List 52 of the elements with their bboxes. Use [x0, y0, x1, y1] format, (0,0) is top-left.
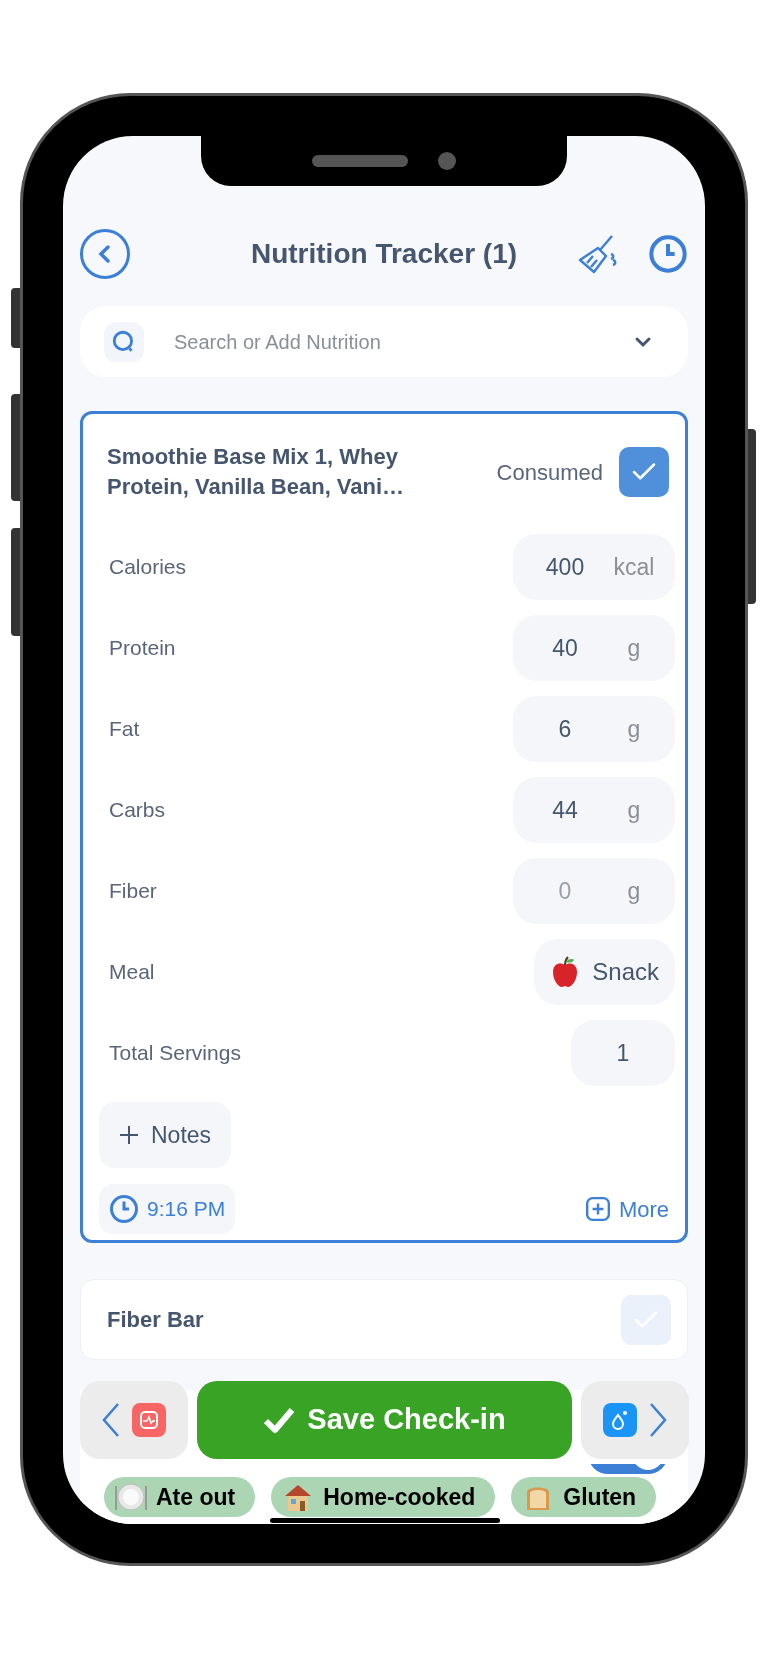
- clock-icon: [109, 1194, 139, 1224]
- chevron-right-icon: [649, 1402, 667, 1438]
- value-field[interactable]: 40 g: [513, 615, 675, 681]
- field-value: 40: [551, 633, 579, 663]
- value-field[interactable]: 400 kcal: [513, 534, 675, 600]
- search-icon: [104, 321, 144, 362]
- plus-icon: [119, 1125, 139, 1145]
- time-button[interactable]: 9:16 PM: [99, 1184, 236, 1234]
- consumed-label: Consumed: [496, 458, 603, 487]
- item-name: Smoothie Base Mix 1, Whey Protein, Vanilla Bean, Vani…: [107, 443, 406, 501]
- more-button[interactable]: More: [584, 1192, 669, 1226]
- field-label: Total Servings: [109, 1040, 241, 1067]
- history-icon[interactable]: [648, 234, 688, 274]
- item-name: Fiber Bar: [107, 1306, 204, 1334]
- chevron-down-icon[interactable]: [634, 335, 652, 348]
- field-label: Carbs: [109, 797, 166, 824]
- chevron-left-icon: [102, 1402, 120, 1438]
- field-value: 6: [557, 714, 573, 744]
- check-icon: [263, 1406, 296, 1434]
- field-label: Fat: [109, 716, 140, 743]
- unit-label: g: [626, 633, 642, 663]
- page-title: Nutrition Tracker (1): [250, 237, 518, 271]
- meal-select[interactable]: Snack: [534, 939, 675, 1005]
- tag-chip[interactable]: Ate out: [104, 1477, 256, 1517]
- notes-button[interactable]: Notes: [99, 1102, 232, 1168]
- checkbox[interactable]: [619, 447, 669, 497]
- value-field[interactable]: 44 g: [513, 777, 675, 843]
- back-button[interactable]: [80, 229, 130, 279]
- tag-chip[interactable]: Gluten: [511, 1477, 657, 1517]
- tag-chip[interactable]: Home-cooked: [271, 1477, 496, 1517]
- field-value: 1: [615, 1038, 631, 1068]
- field-label: Protein: [109, 635, 176, 662]
- drop-icon: [603, 1403, 637, 1437]
- field-value: 400: [544, 552, 586, 582]
- previous-button[interactable]: [80, 1381, 188, 1459]
- unit-label: g: [626, 714, 642, 744]
- field-value: 0: [557, 876, 573, 906]
- camera: [438, 152, 456, 170]
- field-label: Fiber: [109, 878, 157, 905]
- field-label: Calories: [109, 554, 187, 581]
- plate-icon: [114, 1480, 148, 1514]
- heart-monitor-icon: [132, 1403, 166, 1437]
- unit-label: g: [626, 876, 642, 906]
- value-field[interactable]: 1: [571, 1020, 675, 1086]
- next-button[interactable]: [581, 1381, 689, 1459]
- add-icon: [584, 1196, 611, 1222]
- field-label: Meal: [109, 959, 155, 986]
- value-field[interactable]: 6 g: [513, 696, 675, 762]
- unit-label: g: [626, 795, 642, 825]
- field-value: 44: [551, 795, 579, 825]
- search-placeholder: Search or Add Nutrition: [174, 329, 382, 355]
- unit-label: kcal: [612, 552, 656, 582]
